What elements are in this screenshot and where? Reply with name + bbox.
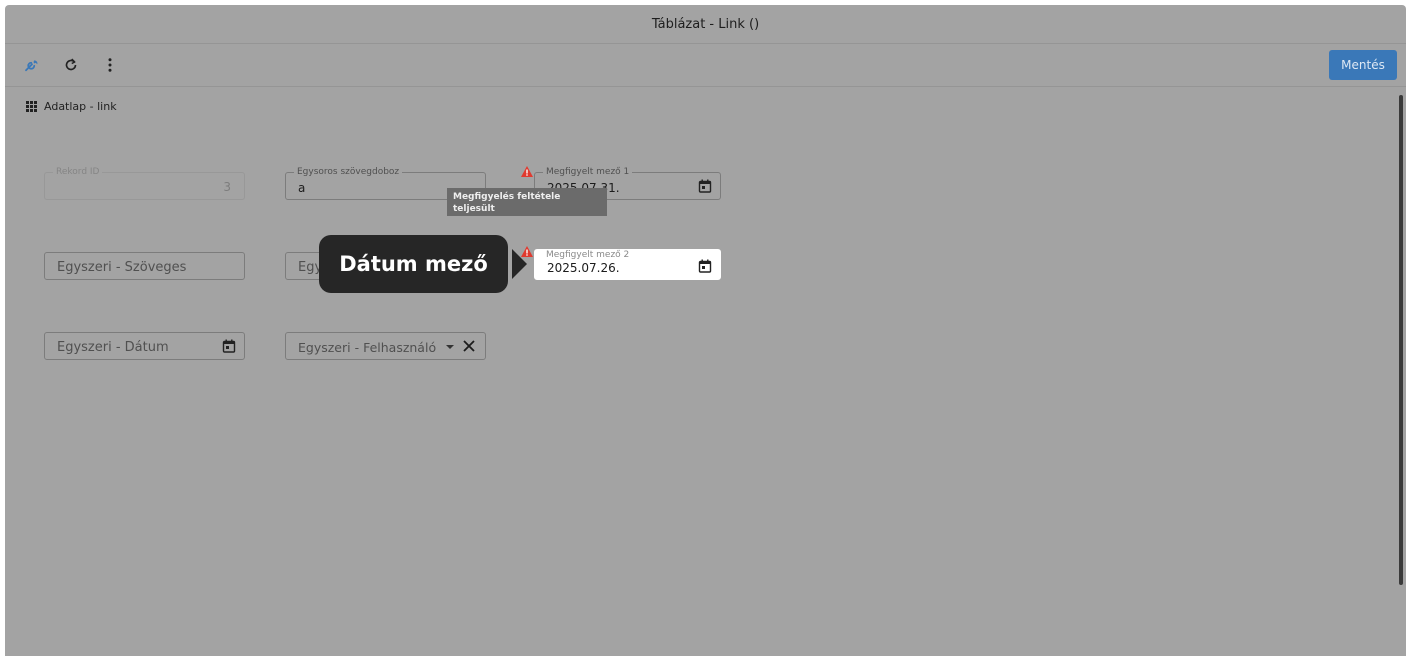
one-time-date-field[interactable]: Egyszeri - Dátum [44, 332, 245, 360]
save-button[interactable]: Mentés [1329, 50, 1397, 80]
one-time-text-placeholder: Egyszeri - Szöveges [57, 260, 187, 275]
record-id-field: Rekord ID 3 [44, 166, 245, 200]
window-title: Táblázat - Link () [651, 16, 760, 32]
title-bar: Táblázat - Link () [5, 5, 1406, 44]
warning-icon [521, 166, 533, 177]
calendar-icon[interactable] [698, 179, 712, 193]
record-id-value: 3 [223, 180, 231, 194]
one-time-text-field[interactable]: Egyszeri - Szöveges [44, 252, 245, 280]
chevron-down-icon[interactable] [446, 345, 454, 349]
section-title: Adatlap - link [44, 99, 117, 113]
record-id-label: Rekord ID [53, 166, 103, 178]
refresh-icon[interactable] [60, 54, 82, 76]
watched-field-2-label: Megfigyelt mező 2 [543, 249, 633, 261]
single-line-text-label: Egysoros szövegdoboz [294, 166, 403, 178]
callout-arrow [512, 249, 527, 279]
close-icon[interactable] [461, 338, 477, 354]
scrollbar[interactable] [1399, 95, 1403, 585]
wrench-icon[interactable] [21, 54, 43, 76]
one-time-user-select[interactable]: Egyszeri - Felhasználó [285, 332, 486, 360]
watch-condition-tooltip: Megfigyelés feltétele teljesült [447, 188, 607, 216]
more-vertical-icon[interactable] [99, 54, 121, 76]
one-time-date-placeholder: Egyszeri - Dátum [57, 340, 169, 355]
tutorial-callout: Dátum mező [319, 235, 508, 293]
toolbar: Mentés [5, 44, 1406, 87]
section-header: Adatlap - link [26, 99, 117, 113]
watched-field-2-value: 2025.07.26. [547, 261, 620, 275]
single-line-text-value: a [298, 181, 306, 195]
calendar-icon[interactable] [222, 339, 236, 353]
one-time-user-placeholder: Egyszeri - Felhasználó [298, 340, 437, 355]
watched-field-2[interactable]: Megfigyelt mező 2 2025.07.26. [534, 249, 721, 280]
watched-field-1-label: Megfigyelt mező 1 [543, 166, 633, 178]
grid-icon [26, 100, 37, 112]
app-window: Táblázat - Link () Mentés Adatlap - link… [5, 5, 1406, 656]
calendar-icon[interactable] [698, 259, 712, 273]
